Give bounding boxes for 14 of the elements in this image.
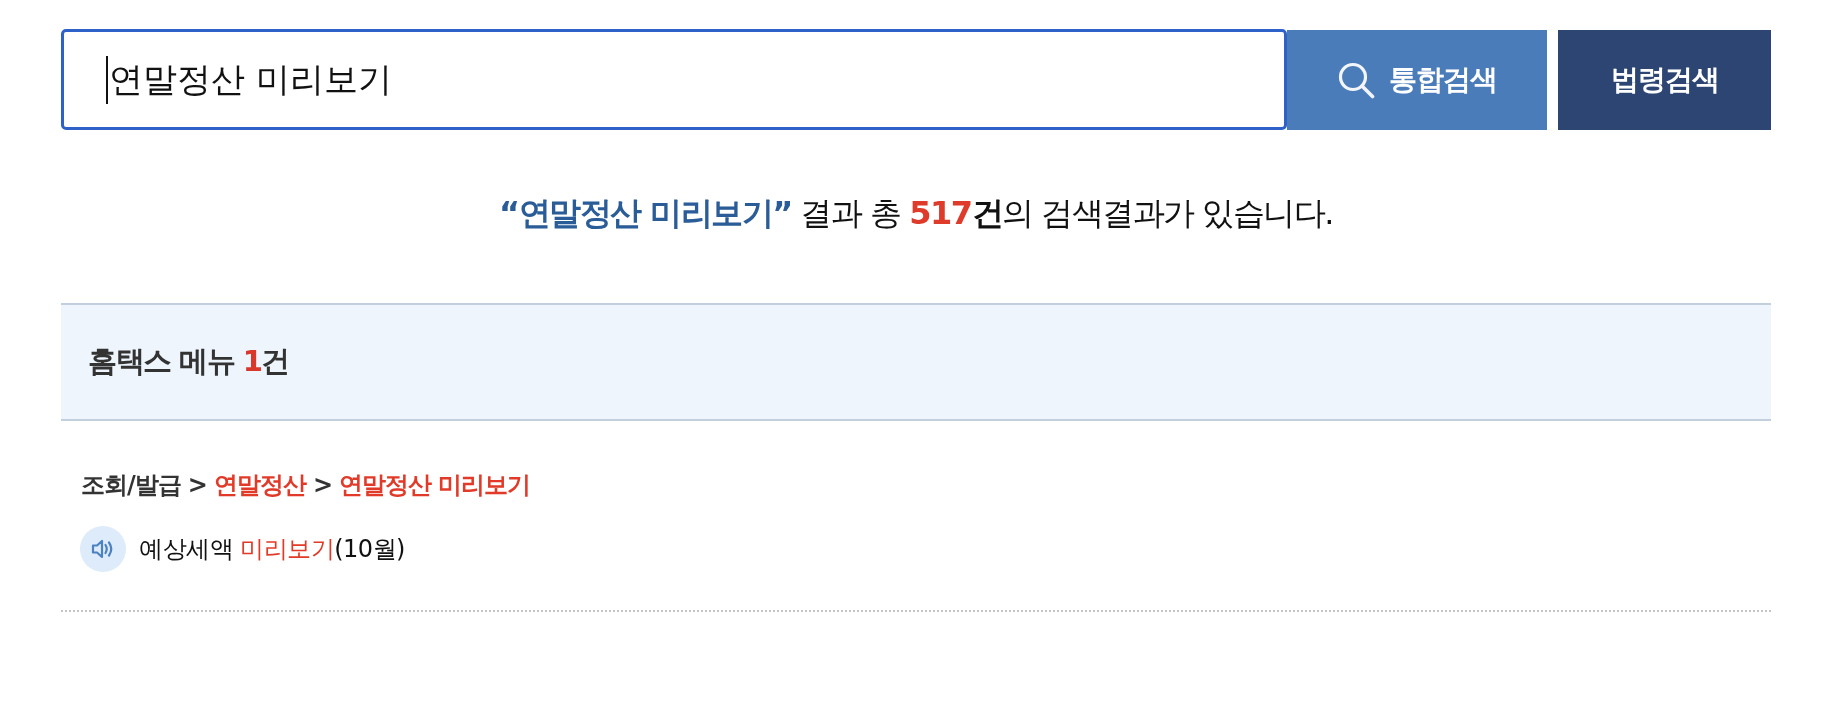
law-search-button[interactable]: 법령검색 bbox=[1558, 30, 1771, 130]
search-result-summary: “연말정산 미리보기” 결과 총 517건의 검색결과가 있습니다. bbox=[498, 193, 1334, 234]
breadcrumb-link[interactable]: 조회/발급 bbox=[81, 469, 181, 501]
breadcrumb-separator: > bbox=[312, 470, 332, 501]
search-icon bbox=[1337, 61, 1375, 99]
integrated-search-button[interactable]: 통합검색 bbox=[1287, 30, 1547, 130]
text-cursor-icon bbox=[106, 55, 108, 104]
breadcrumb-link[interactable]: 연말정산 bbox=[213, 469, 306, 501]
search-field[interactable]: 연말정산 미리보기 bbox=[61, 29, 1287, 130]
menu-link[interactable]: 예상세액 미리보기(10월) bbox=[139, 533, 405, 565]
breadcrumb-separator: > bbox=[187, 470, 207, 501]
speaker-icon bbox=[80, 526, 126, 572]
breadcrumb-link[interactable]: 연말정산 미리보기 bbox=[339, 469, 531, 501]
section-title: 홈택스 메뉴 1건 bbox=[88, 343, 289, 380]
